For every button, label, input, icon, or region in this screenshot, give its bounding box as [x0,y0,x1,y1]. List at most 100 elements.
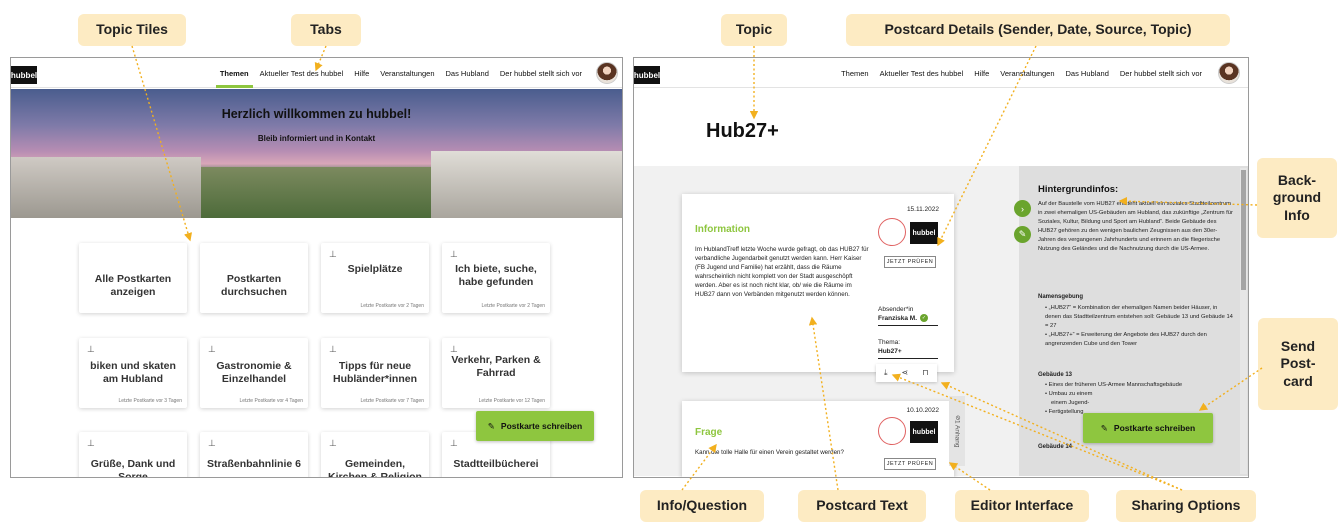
postcard-question[interactable]: Frage 10.10.2022 Kann die tolle Halle fü… [682,401,954,477]
tile-title: Straßenbahnlinie 6 [207,458,301,470]
tab-das-hubland[interactable]: Das Hubland [446,58,489,88]
download-icon[interactable]: ⤓ [884,368,888,378]
share-icon[interactable]: ⋖ [902,368,909,378]
building13-title: Gebäude 13 [1038,372,1073,378]
postcard-date: 10.10.2022 [906,407,939,414]
callout-sharing-options: Sharing Options [1116,490,1256,522]
tile-biken-skaten[interactable]: ⊥ biken und skaten am Hubland Letzte Pos… [79,338,187,408]
tile-last-postcard: Letzte Postkarte vor 12 Tagen [478,398,545,404]
callout-background-info: Back-ground Info [1257,158,1337,238]
tile-title: Alle Postkarten anzeigen [94,273,172,298]
tile-gruesse[interactable]: ⊥ Grüße, Dank und Sorge [79,432,187,478]
write-postcard-button[interactable]: ✎ Postkarte schreiben [1083,413,1213,443]
tile-tipps[interactable]: ⊥ Tipps für neue Hubländer*innen Letzte … [321,338,429,408]
expand-arrow-button[interactable]: › [1014,200,1031,217]
tab-das-hubland[interactable]: Das Hubland [1066,58,1109,88]
tile-spielplaetze[interactable]: ⊥ Spielplätze Letzte Postkarte vor 2 Tag… [321,243,429,313]
tab-hubbel-vor[interactable]: Der hubbel stellt sich vor [1120,58,1202,88]
tile-title: Spielplätze [347,263,403,275]
tab-veranstaltungen[interactable]: Veranstaltungen [1000,58,1054,88]
check-now-button[interactable]: JETZT PRÜFEN [884,256,936,268]
tile-last-postcard: Letzte Postkarte vor 3 Tagen [118,398,182,404]
pin-icon: ⊥ [329,249,337,259]
tile-title: Verkehr, Parken & Fahrrad [451,354,541,379]
scroll-thumb[interactable] [1241,170,1246,290]
hero-field [201,167,431,218]
tile-ich-biete[interactable]: ⊥ Ich biete, suche, habe gefunden Letzte… [442,243,550,313]
nav-tabs: Themen Aktueller Test des hubbel Hilfe V… [841,58,1202,88]
postmark-icon [878,417,906,445]
tile-last-postcard: Letzte Postkarte vor 7 Tagen [360,398,424,404]
check-now-button[interactable]: JETZT PRÜFEN [884,458,936,470]
pin-icon: ⊥ [329,344,337,354]
building13-item: • Eines der früheren US-Armee Mannschaft… [1045,382,1183,388]
tab-hubbel-vor[interactable]: Der hubbel stellt sich vor [500,58,582,88]
avatar[interactable] [596,62,618,84]
tab-themen[interactable]: Themen [215,58,253,88]
tile-verkehr[interactable]: ⊥ Verkehr, Parken & Fahrrad Letzte Postk… [442,338,550,408]
hero-banner: Herzlich willkommen zu hubbel! Bleib inf… [11,89,622,218]
edit-pencil-button[interactable]: ✎ [1014,226,1031,243]
tile-title: Grüße, Dank und Sorge [90,458,176,478]
share-bar: ⤓ ⋖ ⊓ [876,364,937,382]
attachment-tab[interactable]: ⊘ 1 Anhang [949,396,965,466]
sender-divider [878,325,938,326]
postcard-information[interactable]: Information 15.11.2022 Im HublandTreff l… [682,194,954,372]
home-screen: hubbel Themen Aktueller Test des hubbel … [10,57,623,478]
stamp-logo: hubbel [910,421,938,443]
tile-title: Gastronomie & Einzelhandel [216,360,292,385]
write-postcard-label: Postkarte schreiben [500,421,583,431]
postmark-stamp: hubbel [878,415,938,451]
top-nav: hubbel Themen Aktueller Test des hubbel … [11,58,622,88]
pin-icon: ⊥ [208,344,216,354]
tab-hilfe[interactable]: Hilfe [354,58,369,88]
hubbel-logo[interactable]: hubbel [11,66,37,84]
avatar[interactable] [1218,62,1240,84]
hubbel-logo[interactable]: hubbel [634,66,660,84]
hero-subtitle: Bleib informiert und in Kontakt [257,134,376,143]
hero-building-right [431,151,622,218]
tile-last-postcard: Letzte Postkarte vor 4 Tagen [239,398,303,404]
bookmark-icon[interactable]: ⊓ [922,368,928,378]
write-postcard-label: Postkarte schreiben [1113,423,1196,433]
tile-title: Ich biete, suche, habe gefunden [455,263,537,288]
postcard-date: 15.11.2022 [906,206,939,213]
tile-gastronomie[interactable]: ⊥ Gastronomie & Einzelhandel Letzte Post… [200,338,308,408]
tile-alle-postkarten[interactable]: Alle Postkarten anzeigen [79,243,187,313]
write-postcard-button[interactable]: ✎ Postkarte schreiben [476,411,594,441]
naming-title: Namensgebung [1038,294,1084,300]
attachment-label: 1 Anhang [953,419,961,448]
building14-title: Gebäude 14 [1038,444,1073,450]
callout-tabs: Tabs [291,14,361,46]
tile-strassenbahn[interactable]: ⊥ Straßenbahnlinie 6 [200,432,308,477]
pin-icon: ⊥ [87,344,95,354]
scrollbar[interactable] [1240,168,1247,474]
tab-aktueller-test[interactable]: Aktueller Test des hubbel [880,58,964,88]
tile-last-postcard: Letzte Postkarte vor 2 Tagen [360,303,424,309]
topic-screen: hubbel Themen Aktueller Test des hubbel … [633,57,1249,478]
tile-title: Tipps für neue Hubländer*innen [332,360,417,385]
verified-icon: ✓ [920,314,928,322]
top-nav: hubbel Themen Aktueller Test des hubbel … [634,58,1248,88]
tile-title: Gemeinden, Kirchen & Religion [328,458,422,478]
background-title: Hintergrundinfos: [1038,184,1119,195]
background-intro: Auf der Baustelle vom HUB27 entsteht akt… [1038,201,1233,252]
hero-building-left [11,157,201,218]
tab-themen[interactable]: Themen [841,58,869,88]
sender-name: Franziska M. [878,315,918,322]
tab-veranstaltungen[interactable]: Veranstaltungen [380,58,434,88]
tile-gemeinden[interactable]: ⊥ Gemeinden, Kirchen & Religion [321,432,429,478]
tile-title: Postkarten durchsuchen [221,273,287,298]
callout-topic: Topic [721,14,787,46]
tile-title: Stadtteilbücherei [453,458,539,470]
callout-postcard-details: Postcard Details (Sender, Date, Source, … [846,14,1230,46]
tile-postkarten-durchsuchen[interactable]: Postkarten durchsuchen [200,243,308,313]
nav-tabs: Themen Aktueller Test des hubbel Hilfe V… [215,58,582,88]
postmark-stamp: hubbel [878,216,938,252]
sender-label: Absender*in [878,306,914,313]
pin-icon: ⊥ [450,438,458,448]
tab-hilfe[interactable]: Hilfe [974,58,989,88]
naming-item: • „HUB27+“ = Erweiterung der Angebote de… [1045,332,1207,347]
tab-aktueller-test[interactable]: Aktueller Test des hubbel [260,58,344,88]
postcard-type-label: Information [695,224,750,235]
